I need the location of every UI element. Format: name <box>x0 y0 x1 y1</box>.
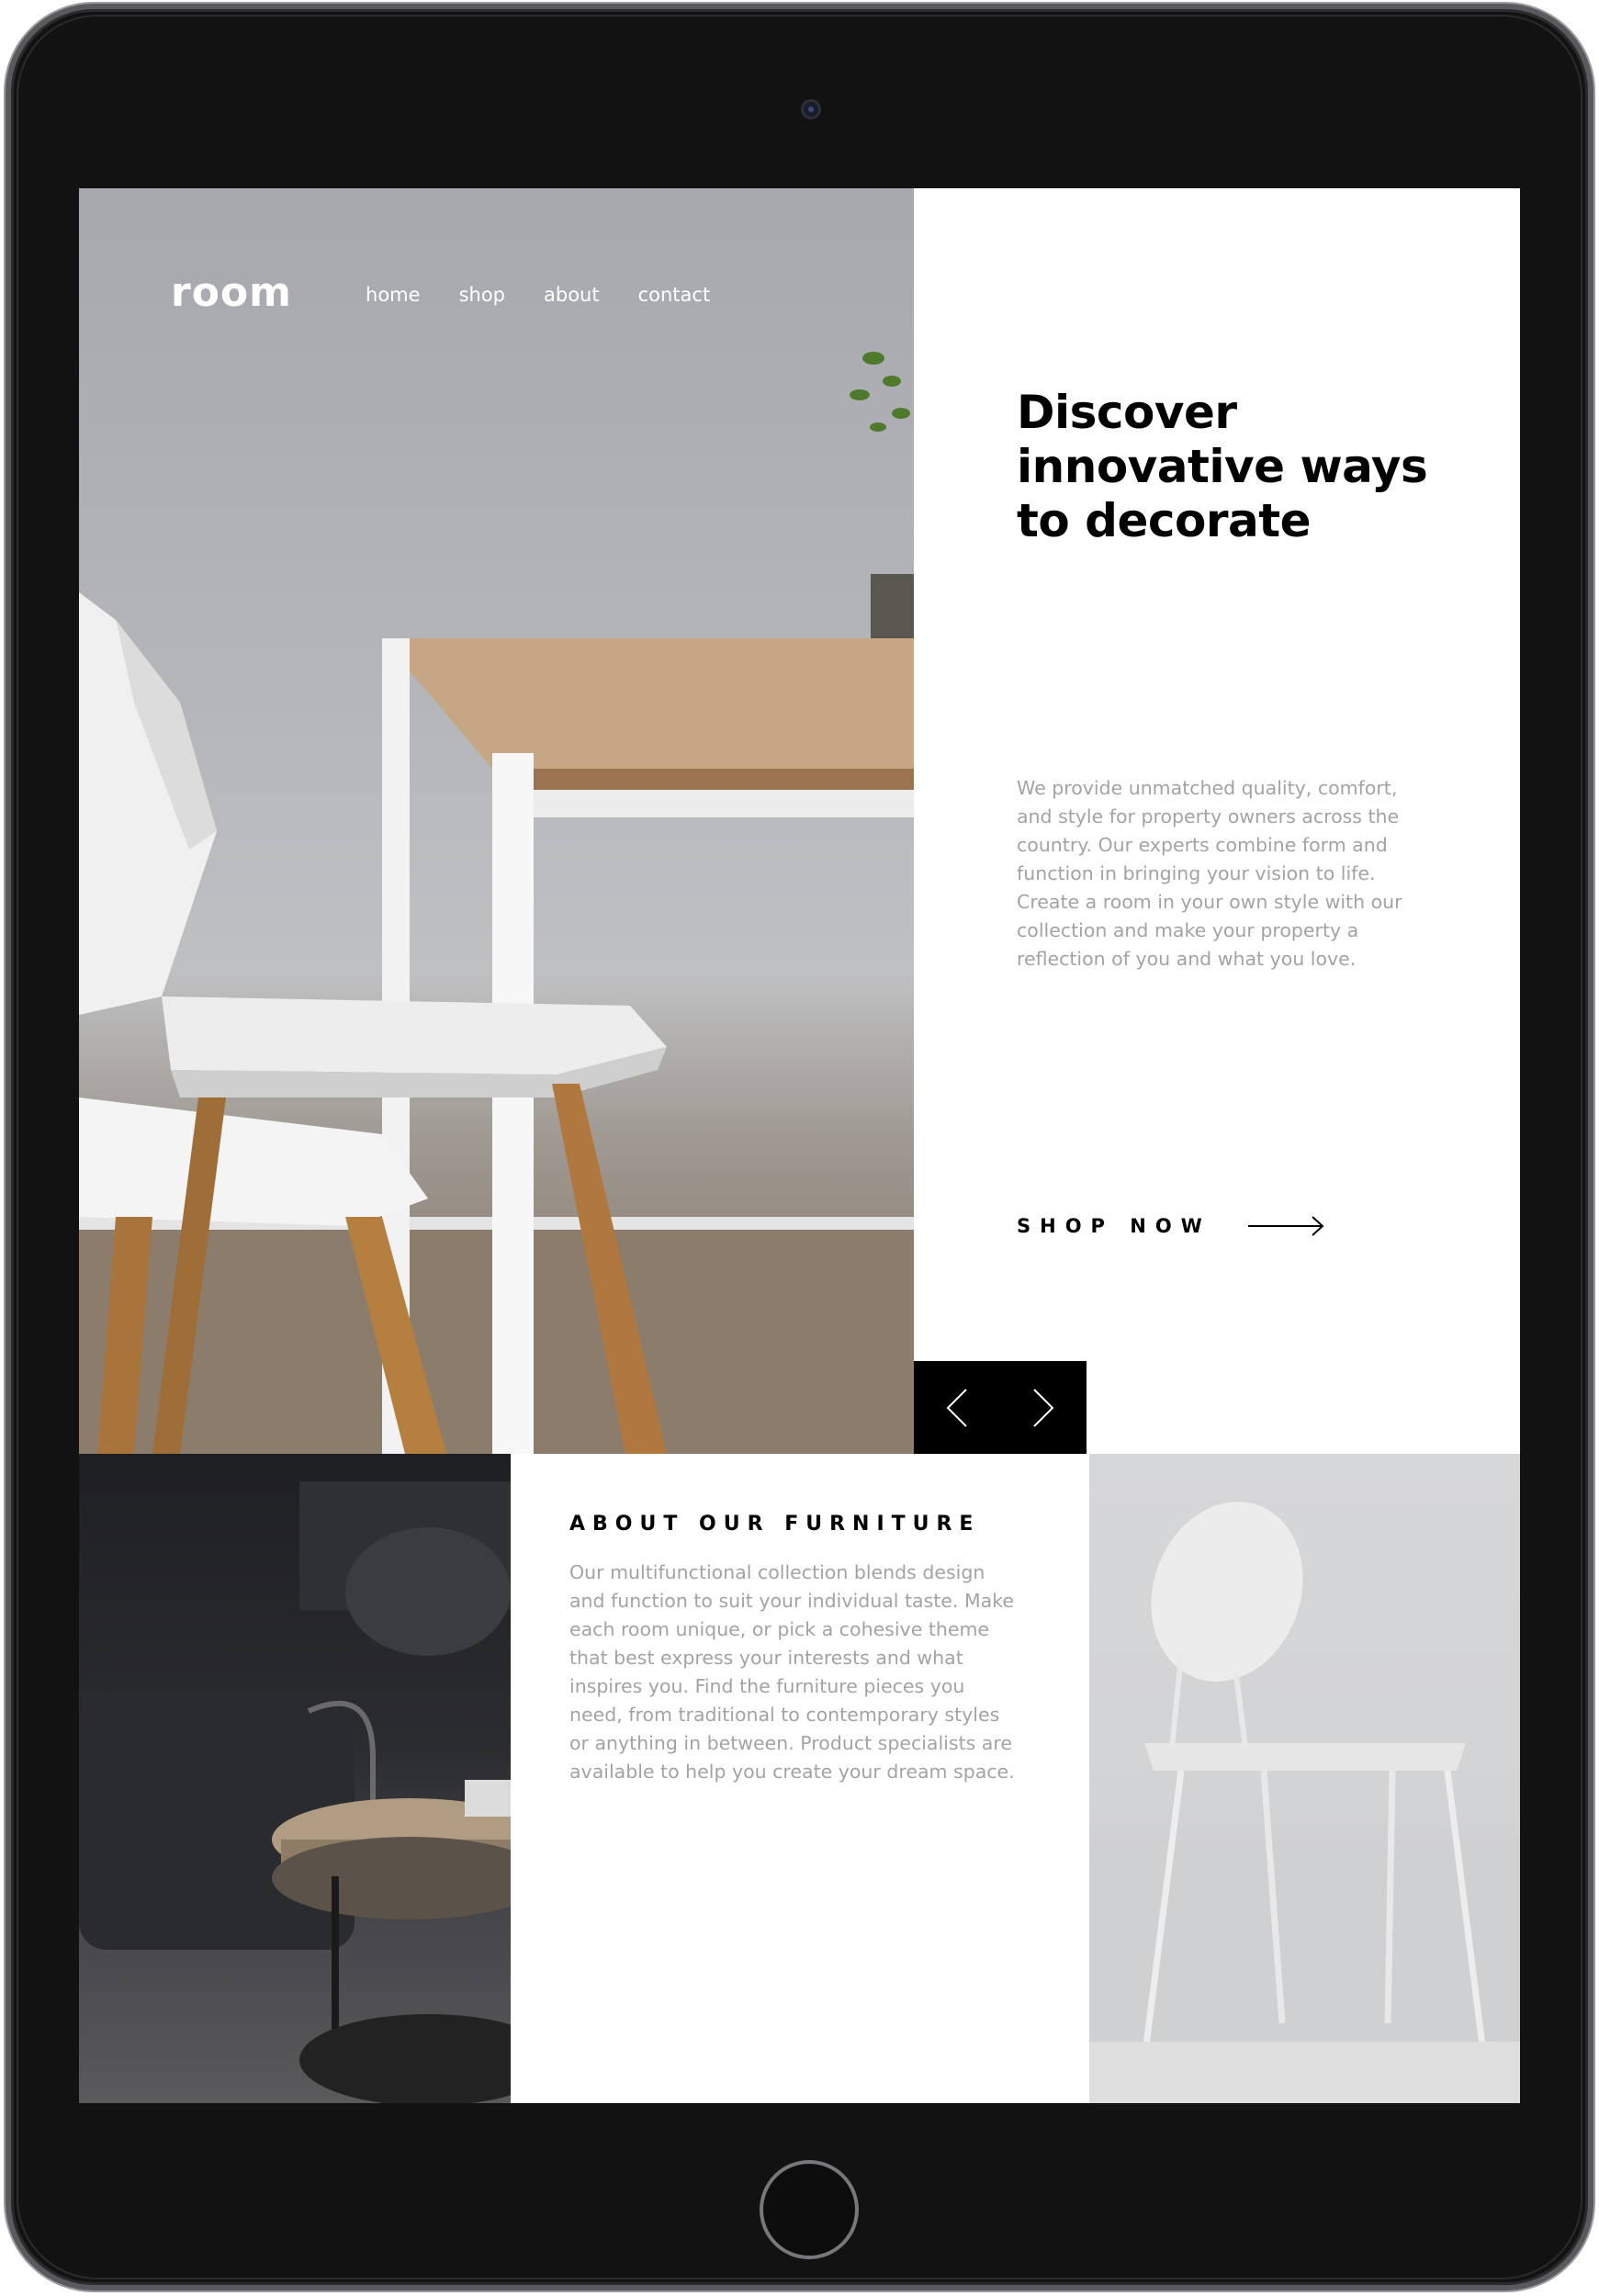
about-image-light <box>1089 1454 1520 2103</box>
about-text: Our multifunctional collection blends de… <box>569 1561 1015 1783</box>
white-chair-photo <box>1089 1502 1520 2103</box>
hero-title: Discover innovative ways to decorate <box>1017 386 1428 547</box>
hero-image: room home shop about contact <box>79 188 914 1454</box>
screen: room home shop about contact Discover in… <box>79 188 1520 2103</box>
logo[interactable]: room <box>171 269 292 316</box>
slider-next-button[interactable] <box>1000 1361 1087 1454</box>
nav-link-about[interactable]: about <box>544 284 600 306</box>
shop-now-button[interactable]: SHOP NOW <box>1017 1215 1325 1237</box>
about-image-dark <box>79 1454 511 2103</box>
dark-furniture-photo <box>79 1481 511 2103</box>
slider-controls <box>914 1361 1087 1454</box>
home-button[interactable] <box>760 2160 859 2259</box>
chevron-left-icon <box>946 1388 967 1427</box>
about-panel: ABOUT OUR FURNITURE Our multifunctional … <box>511 1454 1089 2103</box>
hero-description: We provide unmatched quality, comfort, a… <box>1017 777 1402 970</box>
about-title: ABOUT OUR FURNITURE <box>569 1513 981 1536</box>
nav-link-shop[interactable]: shop <box>459 284 505 306</box>
hero-panel: Discover innovative ways to decorate We … <box>914 188 1520 1454</box>
camera-icon <box>801 99 821 119</box>
slider-prev-button[interactable] <box>914 1361 1000 1454</box>
nav-link-contact[interactable]: contact <box>638 284 711 306</box>
arrow-right-icon <box>1247 1216 1324 1236</box>
nav-link-home[interactable]: home <box>366 284 421 306</box>
main-nav: room home shop about contact <box>171 269 710 316</box>
shop-now-label: SHOP NOW <box>1017 1215 1211 1237</box>
nav-links: home shop about contact <box>366 284 710 306</box>
hero-photo <box>79 352 914 1454</box>
chevron-right-icon <box>1033 1388 1054 1427</box>
